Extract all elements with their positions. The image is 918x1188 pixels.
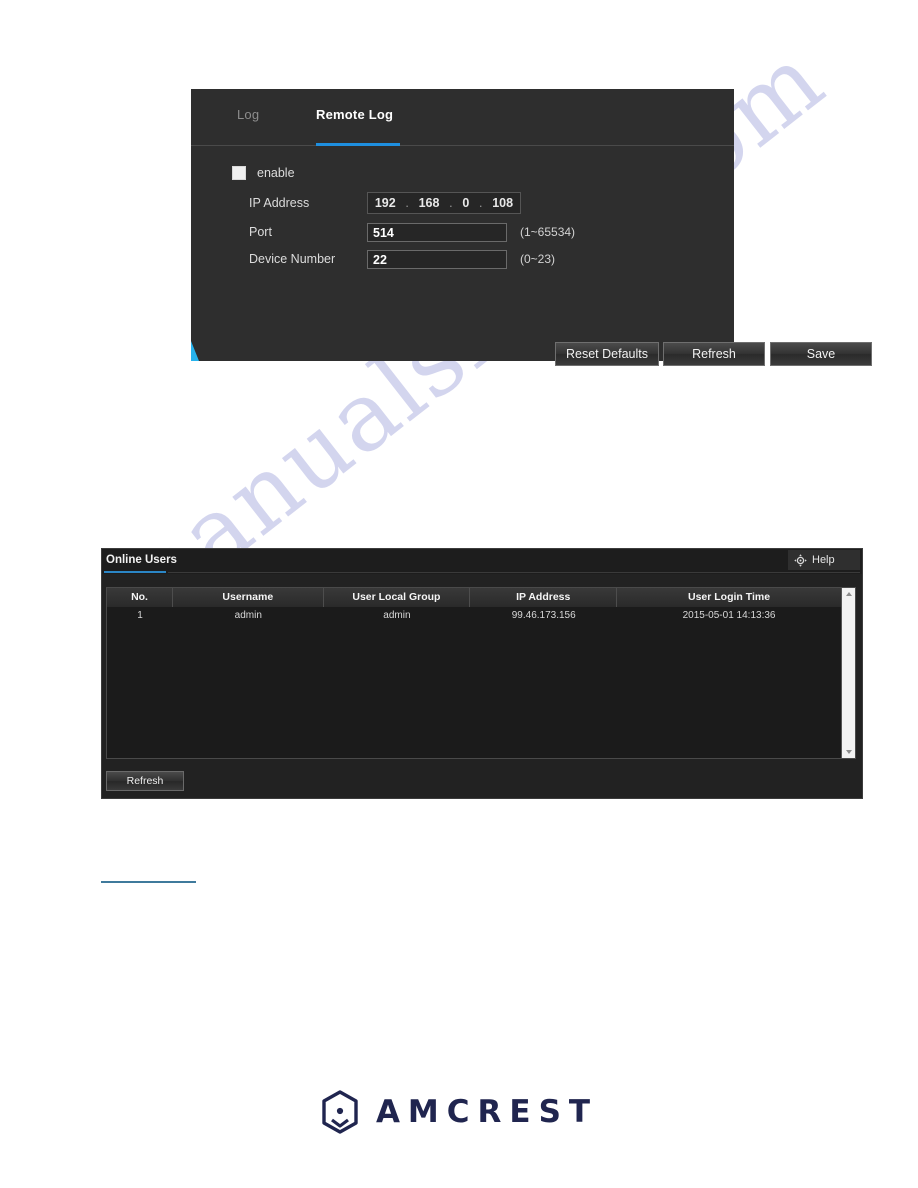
table-body: 1 admin admin 99.46.173.156 2015-05-01 1… [107,607,841,625]
online-users-panel: Online Users Help No. Username User Loca… [101,548,863,799]
refresh-button[interactable]: Refresh [663,342,765,366]
scroll-down-icon[interactable] [842,746,855,758]
online-users-footer: Refresh [106,771,858,793]
remote-log-panel: Log Remote Log enable IP Address 192 . 1… [191,89,872,366]
device-number-input[interactable]: 22 [367,249,507,269]
column-header-ip-address[interactable]: IP Address [470,588,618,607]
cell-ip-address: 99.46.173.156 [511,610,576,621]
cell-user-local-group: admin [383,610,411,621]
ip-octet-4[interactable]: 108 [492,196,513,210]
port-input[interactable]: 514 [367,222,507,242]
online-users-header: Online Users Help [102,549,862,574]
ip-address-label: IP Address [249,196,310,210]
enable-checkbox-row[interactable]: enable [232,166,295,180]
chevron-down-icon [845,750,852,754]
column-header-username[interactable]: Username [173,588,324,607]
device-number-row: Device Number 22 (0~23) [249,248,555,270]
scroll-up-icon[interactable] [842,588,855,600]
help-button[interactable]: Help [788,550,860,570]
cell-user-login-time: 2015-05-01 14:13:36 [682,610,776,621]
column-header-user-local-group[interactable]: User Local Group [323,588,471,607]
brand-name: AMCREST [375,1094,599,1130]
tab-remote-log[interactable]: Remote Log [316,107,393,126]
table-row[interactable]: 1 admin admin 99.46.173.156 2015-05-01 1… [107,607,841,625]
tab-bar: Log Remote Log [191,89,734,146]
save-button[interactable]: Save [770,342,872,366]
hexagon-dot-logo-icon [320,1090,360,1134]
table-header-row: No. Username User Local Group IP Address… [107,588,841,607]
ip-separator-1: . [405,196,409,210]
ip-octet-1[interactable]: 192 [375,196,396,210]
ip-address-row: IP Address 192 . 168 . 0 . 108 [249,192,521,214]
reset-defaults-button[interactable]: Reset Defaults [555,342,659,366]
port-range-hint: (1~65534) [520,225,576,239]
port-label: Port [249,225,272,239]
help-label: Help [812,554,835,566]
online-users-title: Online Users [106,554,177,566]
brand-footer: AMCREST [0,1090,918,1134]
chevron-up-icon [845,592,852,596]
device-number-range-hint: (0~23) [520,252,556,266]
port-row: Port 514 (1~65534) [249,221,575,243]
device-number-label: Device Number [249,252,336,266]
ip-separator-2: . [449,196,453,210]
ip-address-input[interactable]: 192 . 168 . 0 . 108 [367,192,521,214]
online-users-title-underline [104,571,166,573]
enable-checkbox[interactable] [232,166,246,180]
tab-log[interactable]: Log [237,107,259,126]
column-header-no[interactable]: No. [107,588,174,607]
enable-label: enable [257,166,295,180]
header-divider [168,572,860,573]
online-users-table-container: No. Username User Local Group IP Address… [106,587,856,759]
cell-no: 1 [137,610,143,621]
form-button-row: Reset Defaults Refresh Save [555,342,872,366]
ip-octet-2[interactable]: 168 [419,196,440,210]
column-header-user-login-time[interactable]: User Login Time [617,588,841,607]
section-rule [101,881,196,883]
ip-octet-3[interactable]: 0 [462,196,469,210]
ip-separator-3: . [479,196,483,210]
compass-help-icon [794,553,807,567]
table-scrollbar[interactable] [841,588,855,758]
cell-username: admin [234,610,262,621]
corner-accent-wedge [191,341,199,361]
online-users-table: No. Username User Local Group IP Address… [107,588,841,758]
online-users-refresh-button[interactable]: Refresh [106,771,184,791]
remote-log-form: enable IP Address 192 . 168 . 0 . 108 Po… [191,146,872,366]
